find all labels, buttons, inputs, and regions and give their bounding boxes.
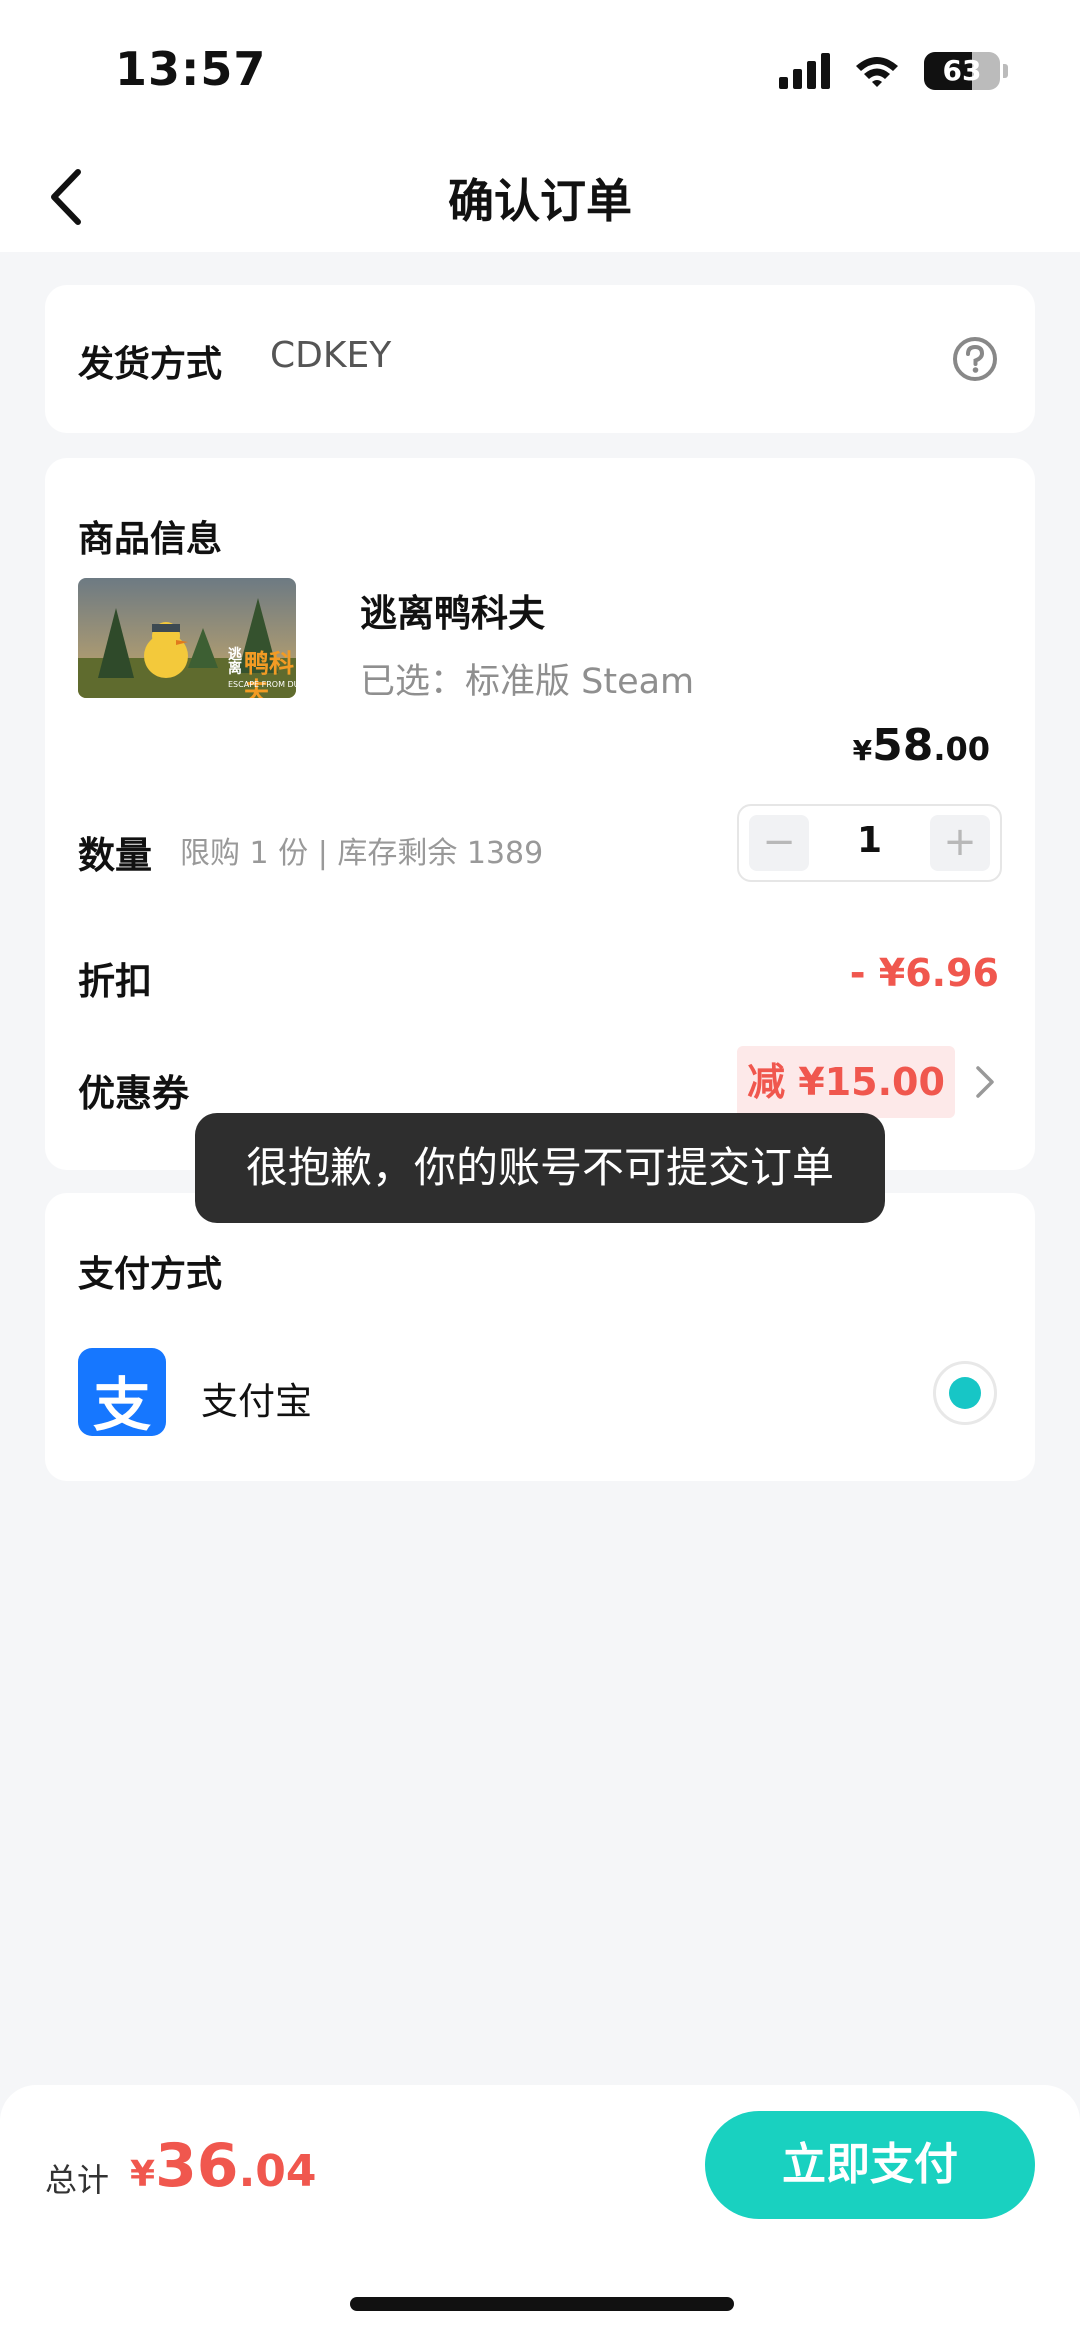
nav-bar: 确认订单 [0, 140, 1080, 252]
battery-cap [1003, 64, 1008, 78]
total-label: 总计 [45, 2161, 110, 2199]
price-decimal: .00 [933, 730, 990, 768]
product-image: 逃 离 鸭科夫 ESCAPE FROM DUCKOV [78, 578, 296, 698]
page-title: 确认订单 [448, 174, 632, 228]
discount-value: - ¥6.96 [849, 951, 999, 995]
status-time: 13:57 [115, 42, 267, 96]
total-currency: ¥ [130, 2154, 156, 2195]
alipay-icon: 支 [78, 1348, 166, 1439]
price-integer: 58 [872, 720, 934, 771]
help-icon[interactable] [951, 335, 999, 383]
product-section-title: 商品信息 [78, 519, 223, 560]
product-name: 逃离鸭科夫 [360, 592, 545, 635]
coupon-label: 优惠券 [78, 1072, 189, 1115]
payment-method-card: 支付方式 支 支付宝 [45, 1193, 1035, 1481]
quantity-limit-text: 限购 1 份 | 库存剩余 1389 [180, 836, 544, 871]
battery-icon: 63 [924, 52, 1000, 90]
home-indicator [350, 2297, 734, 2311]
status-icons: 63 [779, 52, 1008, 90]
price-currency: ¥ [852, 734, 873, 767]
status-bar: 13:57 63 [0, 0, 1080, 140]
pay-now-button[interactable]: 立即支付 [705, 2111, 1035, 2219]
total-decimal: .04 [238, 2146, 317, 2197]
product-info-card: 商品信息 逃 离 鸭科夫 ESCAPE FROM DUCKOV 逃 [45, 458, 1035, 1170]
delivery-method-card: 发货方式 CDKEY [45, 285, 1035, 433]
quantity-stepper: − 1 + [737, 804, 1002, 882]
chevron-right-icon[interactable] [973, 1064, 997, 1100]
battery-level: 63 [942, 54, 982, 87]
payment-section-title: 支付方式 [78, 1254, 223, 1295]
radio-dot [949, 1377, 981, 1409]
total-integer: 36 [155, 2131, 239, 2201]
product-image-subtitle: ESCAPE FROM DUCKOV [228, 680, 296, 689]
product-image-title: 鸭科夫 [244, 649, 295, 699]
signal-icon [779, 53, 830, 89]
payment-method-name[interactable]: 支付宝 [201, 1371, 312, 1425]
payment-radio-selected[interactable] [933, 1361, 997, 1425]
discount-label: 折扣 [78, 960, 152, 1003]
product-variant: 已选：标准版 Steam [360, 662, 695, 702]
product-image-title-line2: 离 [228, 661, 242, 677]
total-amount: ¥36.04 [130, 2131, 317, 2201]
quantity-increase-button[interactable]: + [930, 815, 990, 871]
error-toast: 很抱歉，你的账号不可提交订单 [195, 1113, 885, 1223]
wifi-icon [854, 54, 900, 88]
product-price: ¥58.00 [853, 720, 990, 771]
quantity-label: 数量 [78, 834, 152, 877]
alipay-logo-char: 支 [92, 1371, 151, 1439]
coupon-badge[interactable]: 减 ¥15.00 [737, 1046, 955, 1118]
delivery-method-value: CDKEY [270, 335, 392, 376]
delivery-method-label: 发货方式 [78, 344, 223, 385]
